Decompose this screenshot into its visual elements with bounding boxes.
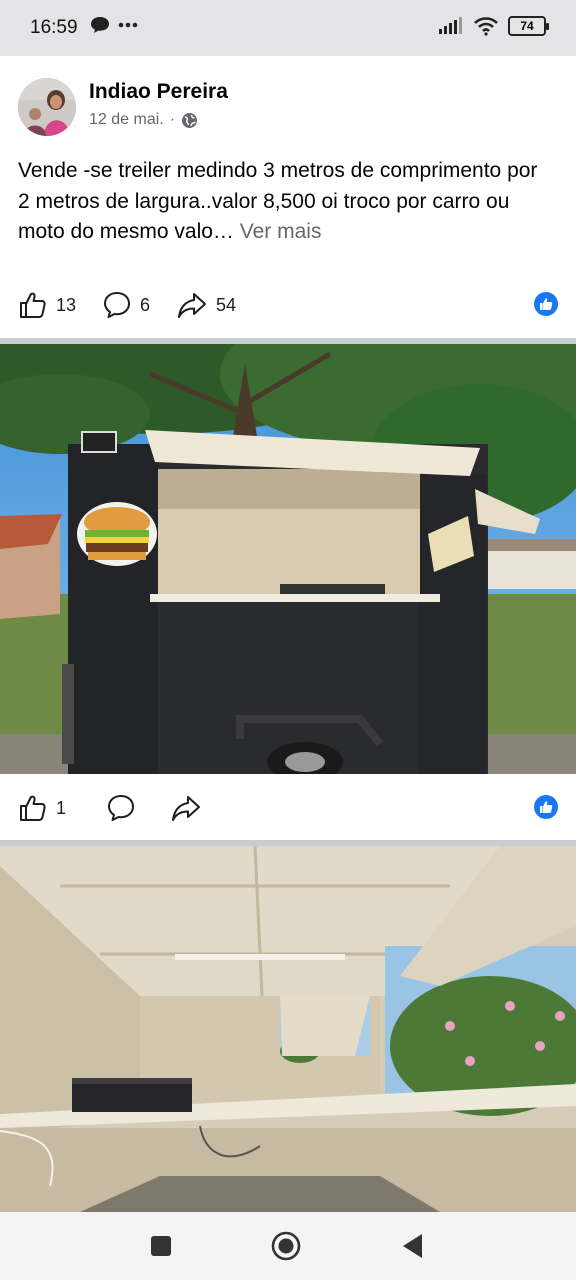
- like-icon: [20, 292, 46, 318]
- share-icon: [172, 796, 201, 821]
- comment-icon: [104, 292, 131, 318]
- post-text: Vende -se treiler medindo 3 metros de co…: [18, 156, 553, 248]
- back-icon[interactable]: [402, 1233, 424, 1264]
- photo-like-count: 1: [56, 797, 67, 818]
- meta-separator: ·: [169, 111, 176, 128]
- recent-apps-icon[interactable]: [150, 1235, 172, 1262]
- photo-reactions: 1: [18, 791, 558, 825]
- comment-icon: [108, 795, 135, 821]
- post-date[interactable]: 12 de mai.: [89, 111, 164, 129]
- author-name[interactable]: Indiao Pereira: [89, 80, 228, 104]
- share-count: 54: [216, 294, 237, 315]
- globe-icon: [182, 112, 198, 128]
- comment-count: 6: [140, 294, 151, 315]
- avatar[interactable]: [18, 78, 76, 136]
- share-button[interactable]: 54: [176, 290, 236, 320]
- like-icon: [20, 795, 46, 821]
- share-icon: [178, 293, 207, 318]
- like-badge-icon: [534, 795, 558, 819]
- message-icon: [91, 17, 109, 33]
- like-count: 13: [56, 294, 77, 315]
- post-photo-interior[interactable]: [0, 846, 576, 1212]
- android-nav-bar: [0, 1212, 576, 1280]
- status-bar: 16:59 74: [0, 0, 576, 56]
- see-more-link[interactable]: Ver mais: [240, 220, 322, 243]
- photo-like-button[interactable]: 1: [18, 793, 66, 823]
- home-icon[interactable]: [271, 1231, 301, 1266]
- like-button[interactable]: 13: [18, 290, 76, 320]
- more-dots-icon: [118, 22, 138, 28]
- battery-icon: 74: [508, 16, 549, 36]
- signal-icon: [439, 17, 462, 34]
- photo-share-button[interactable]: [170, 793, 202, 823]
- post-photo-trailer[interactable]: [0, 344, 576, 774]
- status-time: 16:59: [30, 17, 78, 38]
- post-meta: 12 de mai. ·: [89, 111, 198, 129]
- comment-button[interactable]: 6: [102, 290, 150, 320]
- photo-comment-button[interactable]: [106, 793, 136, 823]
- like-badge-icon: [534, 292, 558, 316]
- wifi-icon: [474, 17, 498, 36]
- post-reactions: 13 6 54: [18, 288, 558, 322]
